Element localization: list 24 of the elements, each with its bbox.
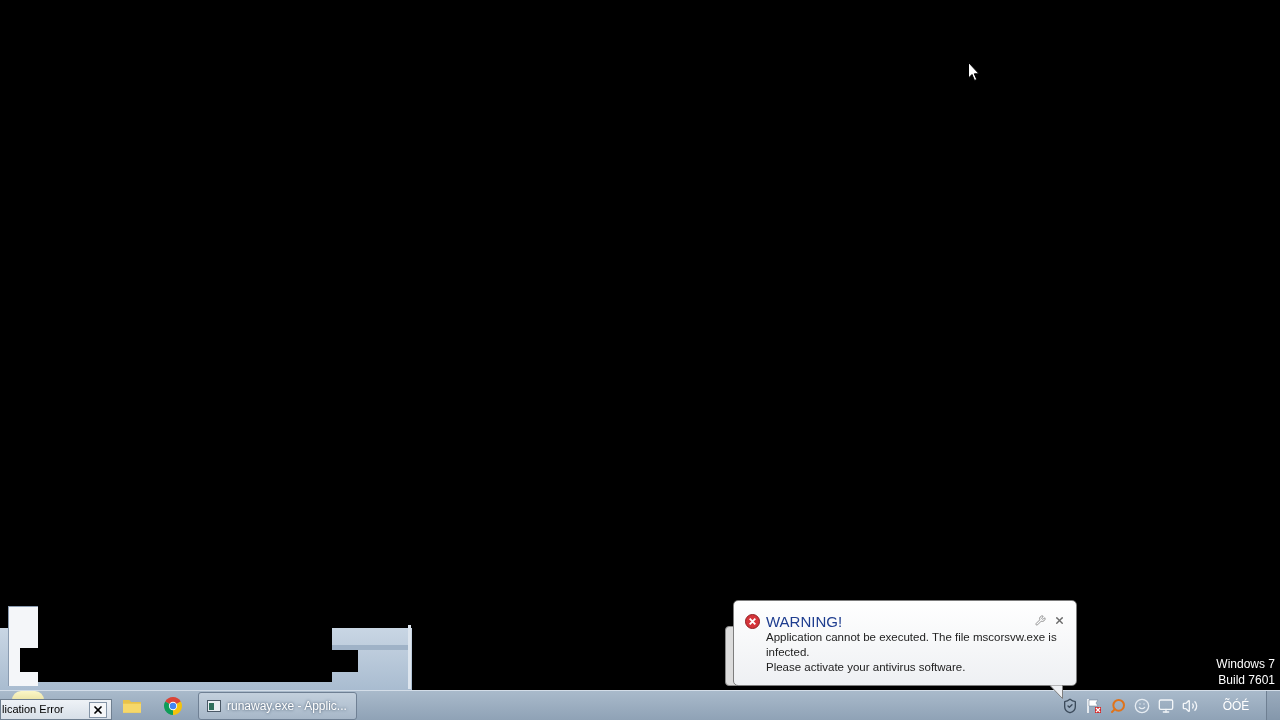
balloon-title: WARNING! (766, 613, 844, 630)
show-desktop-button[interactable] (1266, 691, 1280, 720)
os-version-label: Build 7601 (1218, 672, 1275, 688)
wrench-icon[interactable] (1035, 615, 1046, 626)
close-button[interactable] (89, 701, 107, 718)
search-icon[interactable] (1110, 697, 1126, 714)
balloon-message: Application cannot be executed. The file mscorsvw.exe is infected. (766, 630, 1058, 660)
pointer-icon (968, 62, 980, 81)
folder-icon[interactable] (123, 698, 141, 713)
round-logo-icon[interactable] (164, 696, 182, 715)
flag-icon[interactable] (1086, 697, 1102, 714)
os-version-label: Windows 7 (1216, 656, 1275, 672)
taskbar-button[interactable]: runaway.exe - Applic... (198, 691, 357, 720)
error-icon (745, 614, 760, 629)
balloon-message: Please activate your antivirus software. (766, 660, 967, 675)
smiley-icon[interactable] (1134, 697, 1150, 714)
clock-text[interactable]: ÕÓÉ (1206, 696, 1266, 715)
monitor-icon[interactable] (1158, 697, 1174, 714)
window-title: lication Error (1, 702, 65, 718)
app-window-icon (207, 699, 221, 712)
shield-icon[interactable] (1062, 697, 1078, 714)
close-icon[interactable] (1054, 615, 1065, 626)
close-icon (92, 703, 104, 716)
speaker-icon[interactable] (1182, 697, 1198, 714)
